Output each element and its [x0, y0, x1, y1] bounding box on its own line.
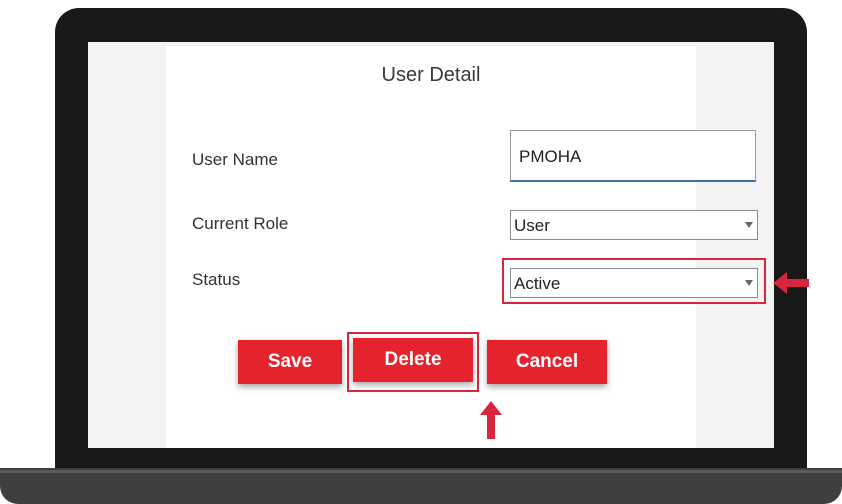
current-role-select[interactable]: User	[510, 210, 758, 240]
user-name-field[interactable]: PMOHA	[510, 130, 756, 182]
chevron-down-icon	[745, 222, 753, 228]
current-role-label: Current Role	[192, 214, 289, 233]
cancel-button[interactable]: Cancel	[487, 340, 607, 384]
arrow-up-icon	[480, 401, 502, 439]
status-value: Active	[514, 274, 561, 293]
user-detail-dialog: User Detail User Name PMOHA Current Role…	[166, 46, 809, 448]
arrow-left-icon	[773, 272, 809, 294]
dialog-title: User Detail	[381, 64, 481, 86]
user-name-label: User Name	[192, 150, 278, 169]
screen: User Detail User Name PMOHA Current Role…	[88, 42, 809, 448]
status-select[interactable]: Active	[510, 268, 758, 298]
laptop-base	[0, 468, 842, 504]
delete-button[interactable]: Delete	[353, 338, 473, 382]
chevron-down-icon	[745, 280, 753, 286]
status-label: Status	[192, 270, 241, 289]
save-button[interactable]: Save	[238, 340, 342, 384]
laptop-base-edge	[0, 470, 842, 473]
user-name-value: PMOHA	[519, 147, 582, 166]
current-role-value: User	[514, 216, 550, 235]
